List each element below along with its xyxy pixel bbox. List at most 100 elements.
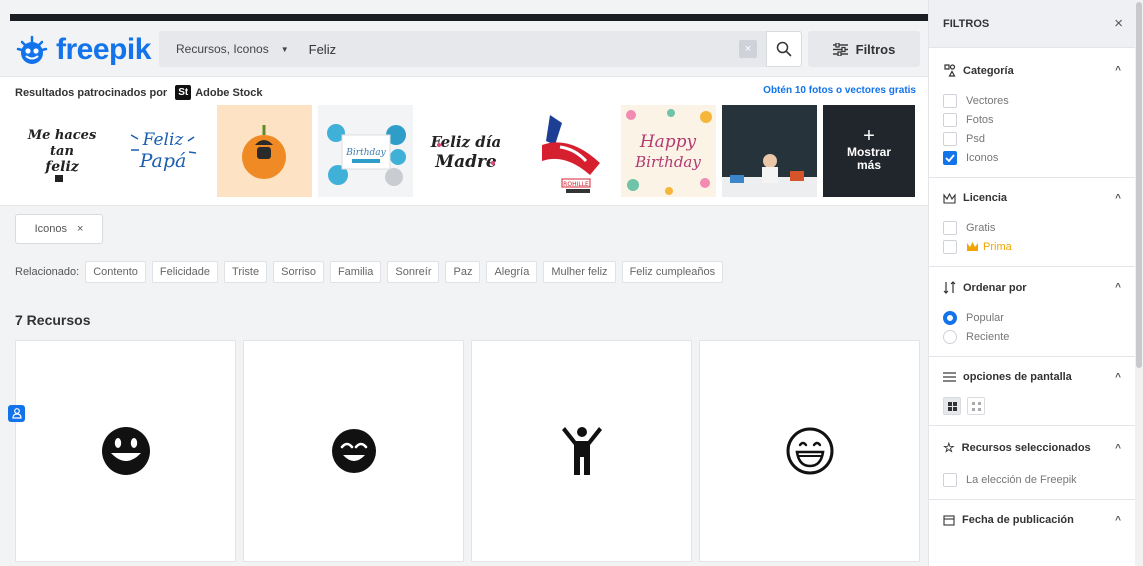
display-options-title: opciones de pantalla	[963, 371, 1072, 383]
sponsored-thumb[interactable]	[722, 105, 817, 197]
filters-panel-title: FILTROS	[943, 17, 990, 30]
active-filter-chip[interactable]: Iconos ×	[15, 214, 103, 244]
chevron-up-icon: ^	[1115, 65, 1121, 76]
related-tag[interactable]: Sonreír	[387, 261, 440, 283]
search-input[interactable]	[302, 31, 739, 67]
crown-icon	[943, 192, 956, 204]
radio[interactable]	[943, 329, 957, 344]
related-tag[interactable]: Alegría	[486, 261, 538, 283]
license-title: Licencia	[963, 192, 1008, 204]
star-icon: ☆	[943, 440, 955, 455]
result-card[interactable]	[471, 340, 692, 562]
display-options-section: opciones de pantalla ^	[929, 357, 1135, 426]
selected-resources-title: Recursos seleccionados	[961, 442, 1091, 454]
show-more-line2: más	[856, 158, 882, 172]
sort-header[interactable]: Ordenar por ^	[943, 281, 1121, 294]
user-badge-button[interactable]	[8, 405, 25, 422]
category-option-vectores[interactable]: Vectores	[943, 91, 1121, 110]
related-tag[interactable]: Familia	[329, 261, 382, 283]
publish-date-section: Fecha de publicación ^	[929, 500, 1135, 550]
remove-filter-icon[interactable]: ×	[77, 223, 83, 235]
sponsored-thumb[interactable]	[217, 105, 312, 197]
sort-option-recent[interactable]: Reciente	[943, 327, 1121, 346]
related-tag[interactable]: Contento	[85, 261, 146, 283]
svg-text:Birthday: Birthday	[345, 148, 386, 158]
chevron-down-icon: ▼	[280, 44, 289, 54]
checkbox[interactable]	[943, 220, 957, 235]
svg-text:Happy: Happy	[639, 132, 697, 152]
result-card[interactable]	[699, 340, 920, 562]
checkbox[interactable]	[943, 131, 957, 146]
checkbox[interactable]	[943, 472, 957, 487]
sponsored-thumb[interactable]: Me haces tan feliz	[15, 105, 110, 197]
svg-text:feliz: feliz	[44, 159, 80, 175]
sort-option-popular[interactable]: Popular	[943, 308, 1121, 327]
category-section: Categoría ^ Vectores Fotos Psd Iconos	[929, 48, 1135, 178]
sort-icon	[943, 281, 956, 294]
free-photos-link[interactable]: Obtén 10 fotos o vectores gratis	[763, 85, 916, 96]
checkbox[interactable]	[943, 239, 957, 254]
sliders-icon	[832, 42, 848, 56]
related-tag[interactable]: Feliz cumpleaños	[621, 261, 724, 283]
freepik-logo[interactable]: freepik	[14, 30, 151, 70]
sponsored-thumb[interactable]: ROHILLE	[520, 105, 615, 197]
svg-text:tan: tan	[50, 144, 74, 159]
checkbox[interactable]	[943, 112, 957, 127]
result-card[interactable]	[15, 340, 236, 562]
premium-crown-icon	[967, 242, 978, 251]
sponsored-thumb[interactable]: Feliz día Madre	[419, 105, 514, 197]
view-toggle	[943, 397, 1121, 415]
publish-date-header[interactable]: Fecha de publicación ^	[943, 514, 1121, 526]
scrollbar-thumb[interactable]	[1136, 2, 1142, 368]
display-options-header[interactable]: opciones de pantalla ^	[943, 371, 1121, 383]
license-option-premium[interactable]: Prima	[943, 237, 1121, 256]
checkbox-checked[interactable]	[943, 150, 957, 165]
show-more-button[interactable]: + Mostrar más	[823, 105, 915, 197]
svg-text:Papá: Papá	[139, 150, 187, 172]
panel-scrollbar[interactable]	[1135, 0, 1143, 566]
search-button[interactable]	[766, 31, 802, 67]
result-card[interactable]	[243, 340, 464, 562]
related-tag[interactable]: Felicidade	[151, 261, 219, 283]
license-header[interactable]: Licencia ^	[943, 192, 1121, 204]
main-content: freepik Recursos, Iconos ▼ × Filtros	[0, 0, 928, 566]
svg-text:ROHILLE: ROHILLE	[563, 181, 589, 188]
option-label: Prima	[983, 240, 1012, 253]
thumb-text: Me haces	[27, 128, 97, 143]
license-option-free[interactable]: Gratis	[943, 218, 1121, 237]
freepik-choice-option[interactable]: La elección de Freepik	[943, 470, 1121, 489]
related-tag[interactable]: Triste	[224, 261, 268, 283]
related-tag[interactable]: Sorriso	[273, 261, 324, 283]
freepik-mark-icon	[14, 34, 50, 66]
filters-button[interactable]: Filtros	[808, 31, 920, 67]
plus-icon: +	[863, 125, 875, 147]
sponsored-thumb[interactable]: Happy Birthday	[621, 105, 716, 197]
check-icon	[945, 153, 955, 162]
option-label: Popular	[966, 311, 1004, 324]
category-option-psd[interactable]: Psd	[943, 129, 1121, 148]
selected-resources-header[interactable]: ☆ Recursos seleccionados ^	[943, 440, 1121, 456]
sponsored-thumb[interactable]: Feliz Papá	[116, 105, 211, 197]
large-grid-view-button[interactable]	[943, 397, 961, 415]
chevron-up-icon: ^	[1115, 192, 1121, 204]
search-category-select[interactable]: Recursos, Iconos ▼	[159, 31, 303, 67]
related-tags: Relacionado: Contento Felicidade Triste …	[15, 261, 724, 283]
category-option-iconos[interactable]: Iconos	[943, 148, 1121, 167]
option-label: Reciente	[966, 330, 1010, 343]
close-icon[interactable]: ×	[1114, 15, 1123, 32]
adobe-stock-badge: St	[175, 85, 192, 100]
related-tag[interactable]: Paz	[445, 261, 481, 283]
clear-search-button[interactable]: ×	[739, 40, 757, 58]
svg-text:Feliz día: Feliz día	[430, 133, 501, 151]
small-grid-view-button[interactable]	[967, 397, 985, 415]
sponsored-thumb[interactable]: Birthday	[318, 105, 413, 197]
svg-text:Madre: Madre	[434, 152, 497, 172]
logo-wordmark: freepik	[56, 33, 151, 66]
checkbox[interactable]	[943, 93, 957, 108]
category-option-fotos[interactable]: Fotos	[943, 110, 1121, 129]
filters-panel-header: FILTROS ×	[929, 0, 1135, 48]
radio-selected[interactable]	[943, 310, 957, 325]
smiling-face-icon	[331, 429, 376, 473]
related-tag[interactable]: Mulher feliz	[543, 261, 616, 283]
category-header[interactable]: Categoría ^	[943, 64, 1121, 77]
